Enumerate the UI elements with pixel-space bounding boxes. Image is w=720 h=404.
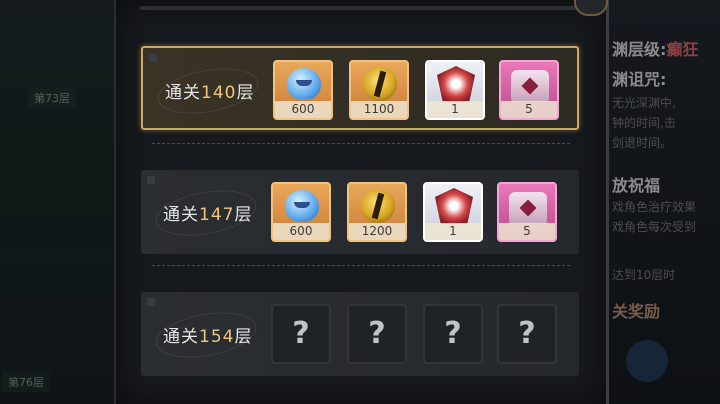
pink-chest-icon [509,192,547,224]
item-quantity: 1200 [349,223,405,240]
bg-bless-line-2: 戏角色每次受到 [612,220,697,234]
reward-row-140[interactable]: 通关140层 600 1100 1 5 [141,46,579,130]
bg-bless-line-3: 达到10层时 [612,268,676,282]
bg-bless-line-4: 关奖励 [612,302,661,321]
bg-abyss-level-label: 渊层级: [612,40,667,59]
row-clear-label: 通关154层 [163,322,252,347]
bg-abyss-level-value: 癫狂 [666,40,699,59]
bg-abyss-level: 渊层级:癫狂 [612,36,698,60]
panel-scroll-top-edge [140,6,578,10]
floor-suffix: 层 [234,327,253,347]
reward-item-crest[interactable]: 1 [423,182,483,242]
blue-slime-icon [287,68,321,100]
item-quantity: 5 [499,223,555,240]
reward-item-crest[interactable]: 1 [425,60,485,120]
unknown-reward-icon: ? [292,316,310,351]
item-quantity: 5 [501,101,557,118]
unknown-reward-icon: ? [518,316,536,351]
bg-curse-title: 渊诅咒: [612,70,667,89]
clear-prefix: 通关 [163,205,199,225]
bg-curse-line-3: 剑退时间。 [612,136,673,150]
row-pin-decoration [147,176,155,184]
reward-item-unknown[interactable]: ? [423,304,483,364]
item-quantity: 1100 [351,101,407,118]
unknown-reward-icon: ? [444,316,462,351]
reward-item-slime[interactable]: 600 [273,60,333,120]
floor-number: 154 [199,327,235,347]
item-quantity: 1 [427,101,483,118]
bg-bless-title: 放祝福 [612,176,661,195]
bg-floor-label-76: 第76层 [2,372,50,392]
row-clear-label: 通关147层 [163,200,252,225]
pink-chest-icon [511,70,549,102]
reward-item-unknown[interactable]: ? [347,304,407,364]
red-crest-icon [435,188,473,224]
reward-item-unknown[interactable]: ? [271,304,331,364]
floor-number: 147 [199,205,235,225]
reward-item-chest[interactable]: 5 [497,182,557,242]
item-quantity: 600 [275,101,331,118]
row-pin-decoration [149,54,157,62]
row-divider [152,265,570,266]
clear-prefix: 通关 [163,327,199,347]
bg-floor-label-73: 第73层 [28,88,76,108]
reward-item-unknown[interactable]: ? [497,304,557,364]
row-divider [152,143,570,144]
row-pin-decoration [147,298,155,306]
item-quantity: 1 [425,223,481,240]
reward-item-helmet[interactable]: 1200 [347,182,407,242]
gold-helmet-icon [361,189,395,223]
reward-item-helmet[interactable]: 1100 [349,60,409,120]
red-crest-icon [437,66,475,102]
bg-bless-line-1: 戏角色治疗效果 [612,200,697,214]
reward-row-147[interactable]: 通关147层 600 1200 1 5 [141,170,579,254]
row-clear-label: 通关140层 [165,78,254,103]
background-left-blur [0,0,130,404]
item-quantity: 600 [273,223,329,240]
reward-item-chest[interactable]: 5 [499,60,559,120]
floor-suffix: 层 [234,205,253,225]
bg-curse-line-1: 无光深渊中, [612,96,676,110]
confirm-check-icon [626,340,668,382]
reward-item-slime[interactable]: 600 [271,182,331,242]
gold-helmet-icon [363,67,397,101]
floor-suffix: 层 [236,83,255,103]
floor-number: 140 [201,83,237,103]
blue-slime-icon [285,190,319,222]
unknown-reward-icon: ? [368,316,386,351]
bg-curse-line-2: 钟的时间,击 [612,116,676,130]
reward-row-154[interactable]: 通关154层 ? ? ? ? [141,292,579,376]
clear-prefix: 通关 [165,83,201,103]
